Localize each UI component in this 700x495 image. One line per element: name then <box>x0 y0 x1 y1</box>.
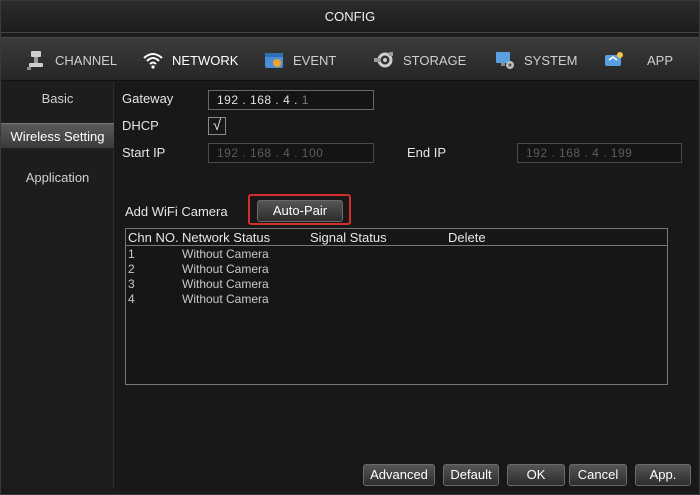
sidebar: Basic Wireless Setting Application <box>1 82 114 488</box>
window-title: CONFIG <box>1 1 699 33</box>
dhcp-label: DHCP <box>122 118 159 133</box>
wifi-icon <box>142 49 164 71</box>
column-header-signal-status: Signal Status <box>310 230 387 245</box>
tab-event[interactable]: EVENT <box>263 38 336 82</box>
gateway-label: Gateway <box>122 91 174 106</box>
cancel-button[interactable]: Cancel <box>569 464 627 486</box>
tab-storage[interactable]: STORAGE <box>373 38 466 82</box>
table-header: Chn NO. Network Status Signal Status Del… <box>126 229 667 246</box>
start-ip-field[interactable]: 192 . 168 . 4 . 100 <box>208 143 374 163</box>
ok-button[interactable]: OK <box>507 464 565 486</box>
advanced-button[interactable]: Advanced <box>363 464 435 486</box>
tab-label: NETWORK <box>172 52 239 68</box>
table-row[interactable]: 4 Without Camera <box>126 292 667 307</box>
column-header-chn-no: Chn NO. <box>128 230 179 245</box>
table-row[interactable]: 2 Without Camera <box>126 262 667 277</box>
column-header-network-status: Network Status <box>182 230 271 245</box>
apply-button[interactable]: App. <box>635 464 691 486</box>
tab-label: EVENT <box>293 52 337 68</box>
storage-icon <box>373 49 395 71</box>
table-row[interactable]: 3 Without Camera <box>126 277 667 292</box>
tab-bar: CHANNEL NETWORK EVENT STORAGE SYSTEM APP <box>1 37 699 81</box>
auto-pair-button[interactable]: Auto-Pair <box>257 200 343 222</box>
wifi-camera-table: Chn NO. Network Status Signal Status Del… <box>125 228 668 385</box>
system-icon <box>494 49 516 71</box>
tab-network[interactable]: NETWORK <box>142 38 238 82</box>
start-ip-label: Start IP <box>122 145 166 160</box>
config-window: CONFIG CHANNEL NETWORK EVENT STORAGE SYS… <box>0 0 700 495</box>
add-wifi-camera-label: Add WiFi Camera <box>125 204 228 219</box>
wireless-settings-panel: Gateway 192 . 168 . 4 . 1 DHCP √ Start I… <box>115 82 699 492</box>
channel-icon <box>25 49 47 71</box>
tab-system[interactable]: SYSTEM <box>494 38 577 82</box>
app-icon <box>603 49 625 71</box>
sidebar-item-application[interactable]: Application <box>1 165 114 191</box>
gateway-ip-field[interactable]: 192 . 168 . 4 . 1 <box>208 90 374 110</box>
sidebar-item-wireless-setting[interactable]: Wireless Setting <box>1 123 114 149</box>
default-button[interactable]: Default <box>443 464 499 486</box>
tab-label: APP <box>647 52 674 68</box>
dhcp-checkbox[interactable]: √ <box>208 117 226 135</box>
tab-channel[interactable]: CHANNEL <box>25 38 117 82</box>
column-header-delete: Delete <box>448 230 486 245</box>
tab-label: CHANNEL <box>55 52 118 68</box>
end-ip-label: End IP <box>407 145 447 160</box>
sidebar-item-basic[interactable]: Basic <box>1 86 114 112</box>
tab-label: SYSTEM <box>524 52 578 68</box>
event-icon <box>263 49 285 71</box>
tab-label: STORAGE <box>403 52 467 68</box>
tab-app[interactable]: APP <box>603 38 673 82</box>
end-ip-field[interactable]: 192 . 168 . 4 . 199 <box>517 143 682 163</box>
table-row[interactable]: 1 Without Camera <box>126 247 667 262</box>
